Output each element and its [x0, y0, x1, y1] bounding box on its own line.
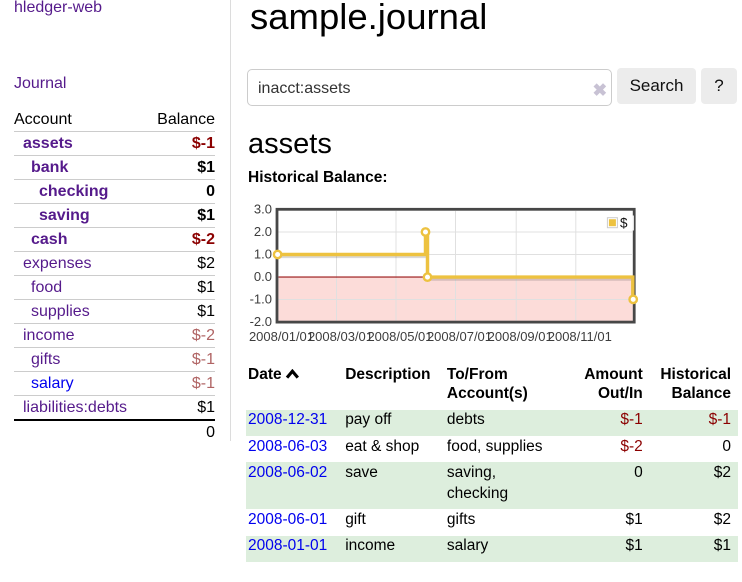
svg-text:2008/03/01: 2008/03/01: [308, 329, 373, 344]
svg-text:2008/09/01: 2008/09/01: [488, 329, 553, 344]
svg-text:2.0: 2.0: [254, 224, 272, 239]
svg-text:2008/05/01: 2008/05/01: [367, 329, 432, 344]
svg-text:2008/01/01: 2008/01/01: [249, 329, 314, 344]
svg-text:-2.0: -2.0: [250, 314, 272, 329]
svg-text:1.0: 1.0: [254, 247, 272, 262]
svg-text:2008/07/01: 2008/07/01: [427, 329, 492, 344]
svg-text:2008/11/01: 2008/11/01: [548, 329, 612, 344]
svg-text:$: $: [620, 216, 628, 231]
svg-text:-1.0: -1.0: [250, 292, 272, 307]
svg-text:3.0: 3.0: [254, 202, 272, 217]
svg-text:0.0: 0.0: [254, 269, 272, 284]
